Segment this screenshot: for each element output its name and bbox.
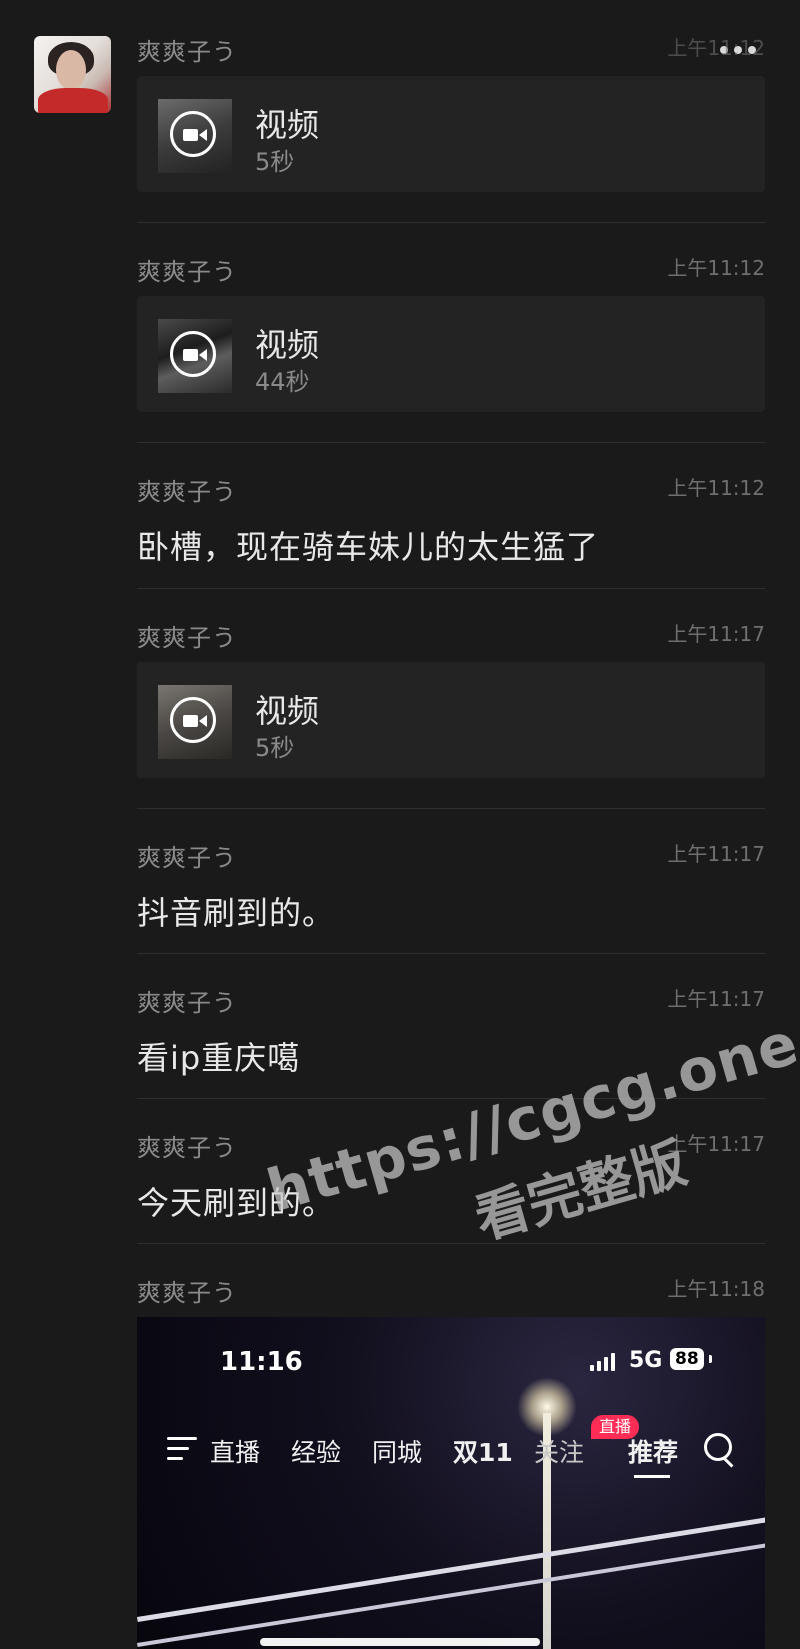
divider	[137, 222, 765, 223]
video-card[interactable]: 视频 44秒	[137, 296, 765, 412]
tab-live: 直播	[210, 1438, 261, 1467]
message-time: 上午11:12	[667, 476, 765, 500]
railing	[137, 1504, 765, 1622]
video-duration: 5秒	[255, 734, 295, 762]
message-time: 上午11:12	[667, 36, 765, 60]
video-label: 视频	[255, 106, 320, 144]
message-text: 爽爽子う 上午11:17 抖音刷到的。	[137, 838, 765, 934]
avatar-face	[56, 50, 86, 90]
video-camera-icon	[170, 697, 216, 743]
divider	[137, 808, 765, 809]
divider	[137, 442, 765, 443]
tab-recommended: 推荐	[628, 1438, 679, 1467]
video-duration: 5秒	[255, 148, 295, 176]
message-body[interactable]: 抖音刷到的。	[137, 888, 765, 934]
message-video: 爽爽子う 上午11:12 视频 5秒	[137, 32, 765, 192]
menu-icon	[167, 1437, 197, 1467]
status-clock: 11:16	[220, 1347, 303, 1377]
message-video: 爽爽子う 上午11:17 视频 5秒	[137, 618, 765, 778]
video-thumbnail	[158, 99, 232, 173]
sender-name: 爽爽子う	[137, 258, 237, 286]
message-time: 上午11:18	[667, 1277, 765, 1301]
message-text: 爽爽子う 上午11:12 卧槽，现在骑车妹儿的太生猛了	[137, 472, 765, 568]
video-camera-icon	[170, 331, 216, 377]
message-time: 上午11:12	[667, 256, 765, 280]
network-label: 5G	[629, 1348, 663, 1373]
image-attachment[interactable]: 11:16 5G 88 直播 经验 同城 双11 关注 直播 推荐	[137, 1317, 765, 1649]
tab-double11: 双11	[453, 1438, 513, 1467]
message-video: 爽爽子う 上午11:12 视频 44秒	[137, 252, 765, 412]
video-card[interactable]: 视频 5秒	[137, 662, 765, 778]
divider	[137, 953, 765, 954]
divider	[137, 588, 765, 589]
video-duration: 44秒	[255, 368, 310, 396]
railing	[137, 1530, 765, 1647]
message-body[interactable]: 卧槽，现在骑车妹儿的太生猛了	[137, 522, 765, 568]
video-thumbnail	[158, 685, 232, 759]
signal-icon	[590, 1353, 615, 1371]
video-thumbnail	[158, 319, 232, 393]
video-label: 视频	[255, 326, 320, 364]
search-icon	[704, 1433, 732, 1461]
sender-name: 爽爽子う	[137, 844, 237, 872]
home-indicator[interactable]	[260, 1638, 540, 1646]
video-label: 视频	[255, 692, 320, 730]
avatar-shirt	[38, 88, 108, 113]
video-camera-icon	[170, 111, 216, 157]
battery-tip	[709, 1355, 712, 1363]
tab-local: 同城	[372, 1438, 423, 1467]
sender-name: 爽爽子う	[137, 38, 237, 66]
message-time: 上午11:17	[667, 842, 765, 866]
sender-avatar[interactable]	[34, 36, 111, 113]
active-tab-underline	[634, 1475, 670, 1478]
search-icon-handle	[722, 1457, 734, 1468]
tab-following: 关注	[534, 1438, 585, 1467]
video-card[interactable]: 视频 5秒	[137, 76, 765, 192]
message-time: 上午11:17	[667, 987, 765, 1011]
battery-indicator: 88	[670, 1348, 704, 1370]
sender-name: 爽爽子う	[137, 1279, 237, 1307]
message-time: 上午11:17	[667, 622, 765, 646]
sender-name: 爽爽子う	[137, 624, 237, 652]
sender-name: 爽爽子う	[137, 478, 237, 506]
app-top-nav: 直播 经验 同城 双11 关注 直播 推荐	[137, 1415, 765, 1478]
tab-experience: 经验	[291, 1438, 342, 1467]
sender-name: 爽爽子う	[137, 989, 237, 1017]
sender-name: 爽爽子う	[137, 1134, 237, 1162]
